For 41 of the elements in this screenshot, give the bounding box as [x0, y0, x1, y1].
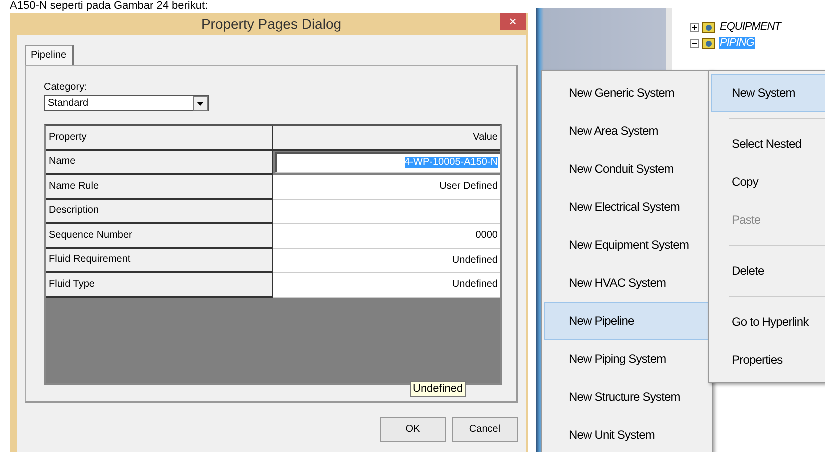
- category-dropdown[interactable]: Standard: [44, 95, 209, 111]
- menu-item[interactable]: Properties: [711, 341, 825, 379]
- menu-item[interactable]: New Piping System: [544, 340, 710, 378]
- menu-item[interactable]: Copy: [711, 163, 825, 201]
- menu-item[interactable]: Select Nested: [711, 125, 825, 163]
- value-cell: Undefined: [273, 248, 500, 273]
- property-cell: Name Rule: [46, 175, 273, 200]
- tab[interactable]: Pipeline: [25, 45, 74, 65]
- tooltip: Undefined: [410, 381, 466, 397]
- menu-item[interactable]: New Unit System: [544, 416, 710, 452]
- ok-button[interactable]: OK: [380, 417, 446, 442]
- cancel-button[interactable]: Cancel: [452, 417, 518, 442]
- tree-item[interactable]: EQUIPMENT: [719, 21, 782, 33]
- value-cell: 0000: [273, 224, 500, 248]
- menu-item[interactable]: New Structure System: [544, 378, 710, 416]
- menu-item[interactable]: New Electrical System: [544, 188, 710, 226]
- expander-icon[interactable]: [690, 38, 699, 48]
- menu-item[interactable]: New HVAC System: [544, 264, 710, 302]
- window-title: Property Pages Dialog: [201, 16, 342, 32]
- menu-item[interactable]: New Generic System: [544, 74, 710, 112]
- menu-item[interactable]: New Conduit System: [544, 150, 710, 188]
- field-label: Category:: [44, 82, 88, 93]
- caption-text: A150-N seperti pada Gambar 24 berikut:: [9, 0, 210, 13]
- menu-item[interactable]: New System: [711, 74, 825, 112]
- value-cell: User Defined: [273, 175, 500, 200]
- property-cell: Description: [46, 200, 273, 224]
- expander-icon[interactable]: [690, 22, 699, 32]
- value-cell: Undefined: [273, 273, 500, 298]
- property-cell: Sequence Number: [46, 224, 273, 248]
- menu-item[interactable]: New Pipeline: [544, 302, 710, 340]
- column-header: Value: [273, 126, 500, 150]
- caret-icon: [193, 96, 208, 110]
- close-button[interactable]: ×: [500, 13, 526, 30]
- property-cell: Name: [46, 150, 273, 175]
- menu-item[interactable]: New Equipment System: [544, 226, 710, 264]
- property-cell: Fluid Requirement: [46, 248, 273, 273]
- menu-item[interactable]: Delete: [711, 252, 825, 290]
- column-header: Property: [46, 126, 273, 150]
- property-cell: Fluid Type: [46, 273, 273, 298]
- menu-item[interactable]: Go to Hyperlink: [711, 303, 825, 341]
- menu-item[interactable]: New Area System: [544, 112, 710, 150]
